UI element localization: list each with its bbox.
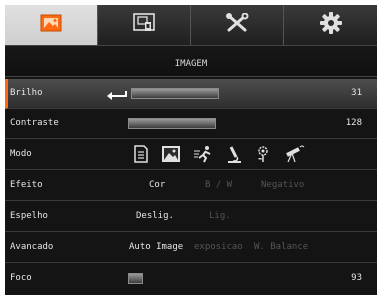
brilho-label: Brilho — [10, 88, 43, 98]
telescope-icon[interactable] — [283, 145, 305, 163]
tab-image[interactable] — [5, 5, 98, 45]
efeito-label: Efeito — [10, 180, 43, 190]
avancado-option-w-balance[interactable]: W. Balance — [254, 242, 308, 252]
avancado-option-exposicao[interactable]: exposicao — [194, 242, 243, 252]
tools-icon — [225, 12, 249, 37]
brilho-slider[interactable] — [131, 88, 219, 99]
row-contraste[interactable]: Contraste 128 — [5, 109, 377, 139]
espelho-option-lig[interactable]: Lig. — [209, 211, 231, 221]
espelho-label: Espelho — [10, 211, 48, 221]
espelho-option-deslig[interactable]: Deslig. — [136, 211, 174, 221]
tab-settings[interactable] — [284, 5, 377, 45]
gear-flower-icon[interactable] — [255, 145, 271, 163]
enter-arrow-icon — [106, 86, 128, 105]
tab-tools[interactable] — [191, 5, 284, 45]
row-efeito[interactable]: Efeito Cor B / W Negativo — [5, 171, 377, 201]
gear-icon — [319, 12, 342, 38]
tab-bar — [5, 5, 377, 45]
efeito-option-bw[interactable]: B / W — [205, 180, 232, 190]
foco-slider[interactable] — [128, 273, 143, 284]
presentation-icon — [133, 13, 155, 37]
row-avancado[interactable]: Avancado Auto Image exposicao W. Balance — [5, 233, 377, 263]
avancado-label: Avancado — [10, 242, 54, 252]
row-espelho[interactable]: Espelho Deslig. Lig. — [5, 202, 377, 232]
photo-icon[interactable] — [161, 145, 181, 163]
foco-value: 93 — [351, 273, 362, 283]
mode-icon-group — [133, 145, 305, 163]
document-icon[interactable] — [133, 145, 149, 163]
modo-label: Modo — [10, 149, 32, 159]
contraste-slider[interactable] — [128, 118, 216, 129]
row-modo[interactable]: Modo — [5, 140, 377, 170]
foco-label: Foco — [10, 273, 32, 283]
contraste-value: 128 — [345, 118, 362, 128]
row-foco[interactable]: Foco 93 — [5, 264, 377, 294]
row-brilho[interactable]: Brilho 31 — [5, 79, 377, 109]
image-settings-icon — [40, 14, 62, 36]
avancado-option-auto-image[interactable]: Auto Image — [129, 242, 183, 252]
contraste-label: Contraste — [10, 118, 59, 128]
tab-presentation[interactable] — [98, 5, 191, 45]
microscope-icon[interactable] — [225, 145, 243, 163]
motion-icon[interactable] — [193, 145, 213, 163]
page-title: IMAGEM — [5, 45, 377, 77]
efeito-option-negativo[interactable]: Negativo — [261, 180, 304, 190]
osd-menu: IMAGEM Brilho 31 Contraste 128 Modo Efei… — [5, 5, 377, 295]
efeito-option-cor[interactable]: Cor — [149, 180, 165, 190]
brilho-value: 31 — [351, 88, 362, 98]
